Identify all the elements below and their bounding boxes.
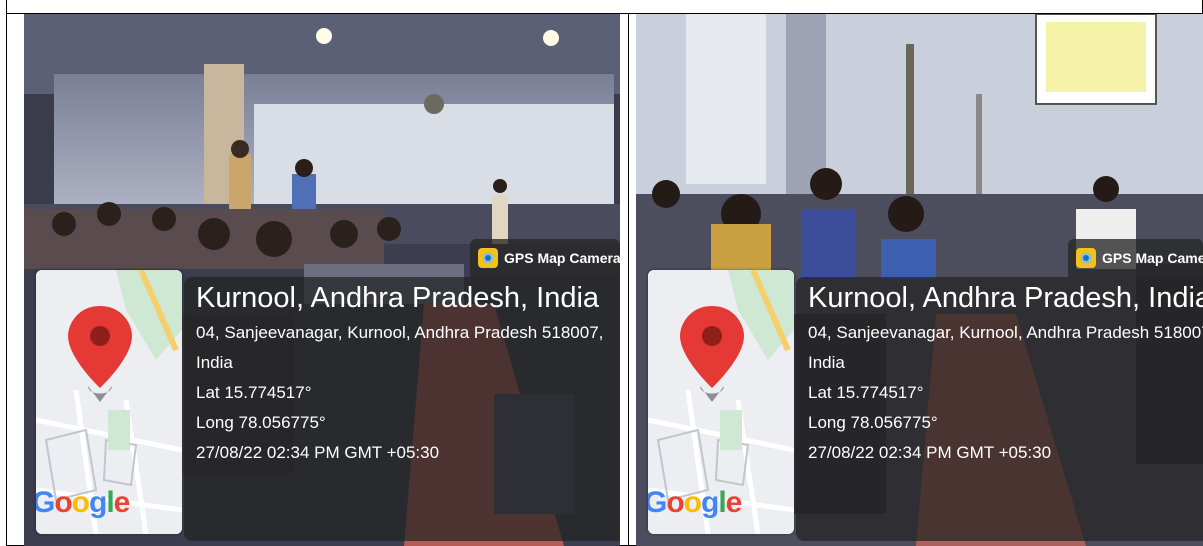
timestamp: 27/08/22 02:34 PM GMT +05:30 [808, 443, 1052, 462]
location-info: Kurnool, Andhra Pradesh, India 04, Sanje… [196, 280, 614, 468]
address-line-2: India [196, 353, 233, 372]
longitude: Long 78.056775° [808, 413, 938, 432]
google-logo: Google [648, 486, 742, 519]
gps-badge-label: GPS Map Camera [504, 250, 620, 266]
google-logo: Google [36, 486, 130, 519]
map-thumbnail: Google [648, 270, 794, 534]
gps-map-camera-icon [478, 248, 498, 268]
location-info: Kurnool, Andhra Pradesh, India 04, Sanje… [808, 280, 1203, 468]
map-thumbnail: Google [36, 270, 182, 534]
longitude: Long 78.056775° [196, 413, 326, 432]
address-line-2: India [808, 353, 845, 372]
photo-right: GPS Map Camera Google Kurnool, Andhra Pr… [636, 14, 1203, 546]
column-divider [628, 14, 629, 546]
address-line-1: 04, Sanjeevanagar, Kurnool, Andhra Prade… [808, 323, 1203, 342]
gps-badge-label: GPS Map Camera [1102, 250, 1203, 266]
latitude: Lat 15.774517° [196, 383, 312, 402]
latitude: Lat 15.774517° [808, 383, 924, 402]
gps-badge: GPS Map Camera [470, 239, 620, 277]
location-title: Kurnool, Andhra Pradesh, India [808, 282, 1203, 314]
location-title: Kurnool, Andhra Pradesh, India [196, 282, 600, 314]
gps-badge: GPS Map Camera [1068, 239, 1203, 277]
gps-map-camera-icon [1076, 248, 1096, 268]
photo-left: GPS Map Camera Google Kurnool, Andhra Pr… [24, 14, 620, 546]
timestamp: 27/08/22 02:34 PM GMT +05:30 [196, 443, 440, 462]
address-line-1: 04, Sanjeevanagar, Kurnool, Andhra Prade… [196, 323, 604, 342]
